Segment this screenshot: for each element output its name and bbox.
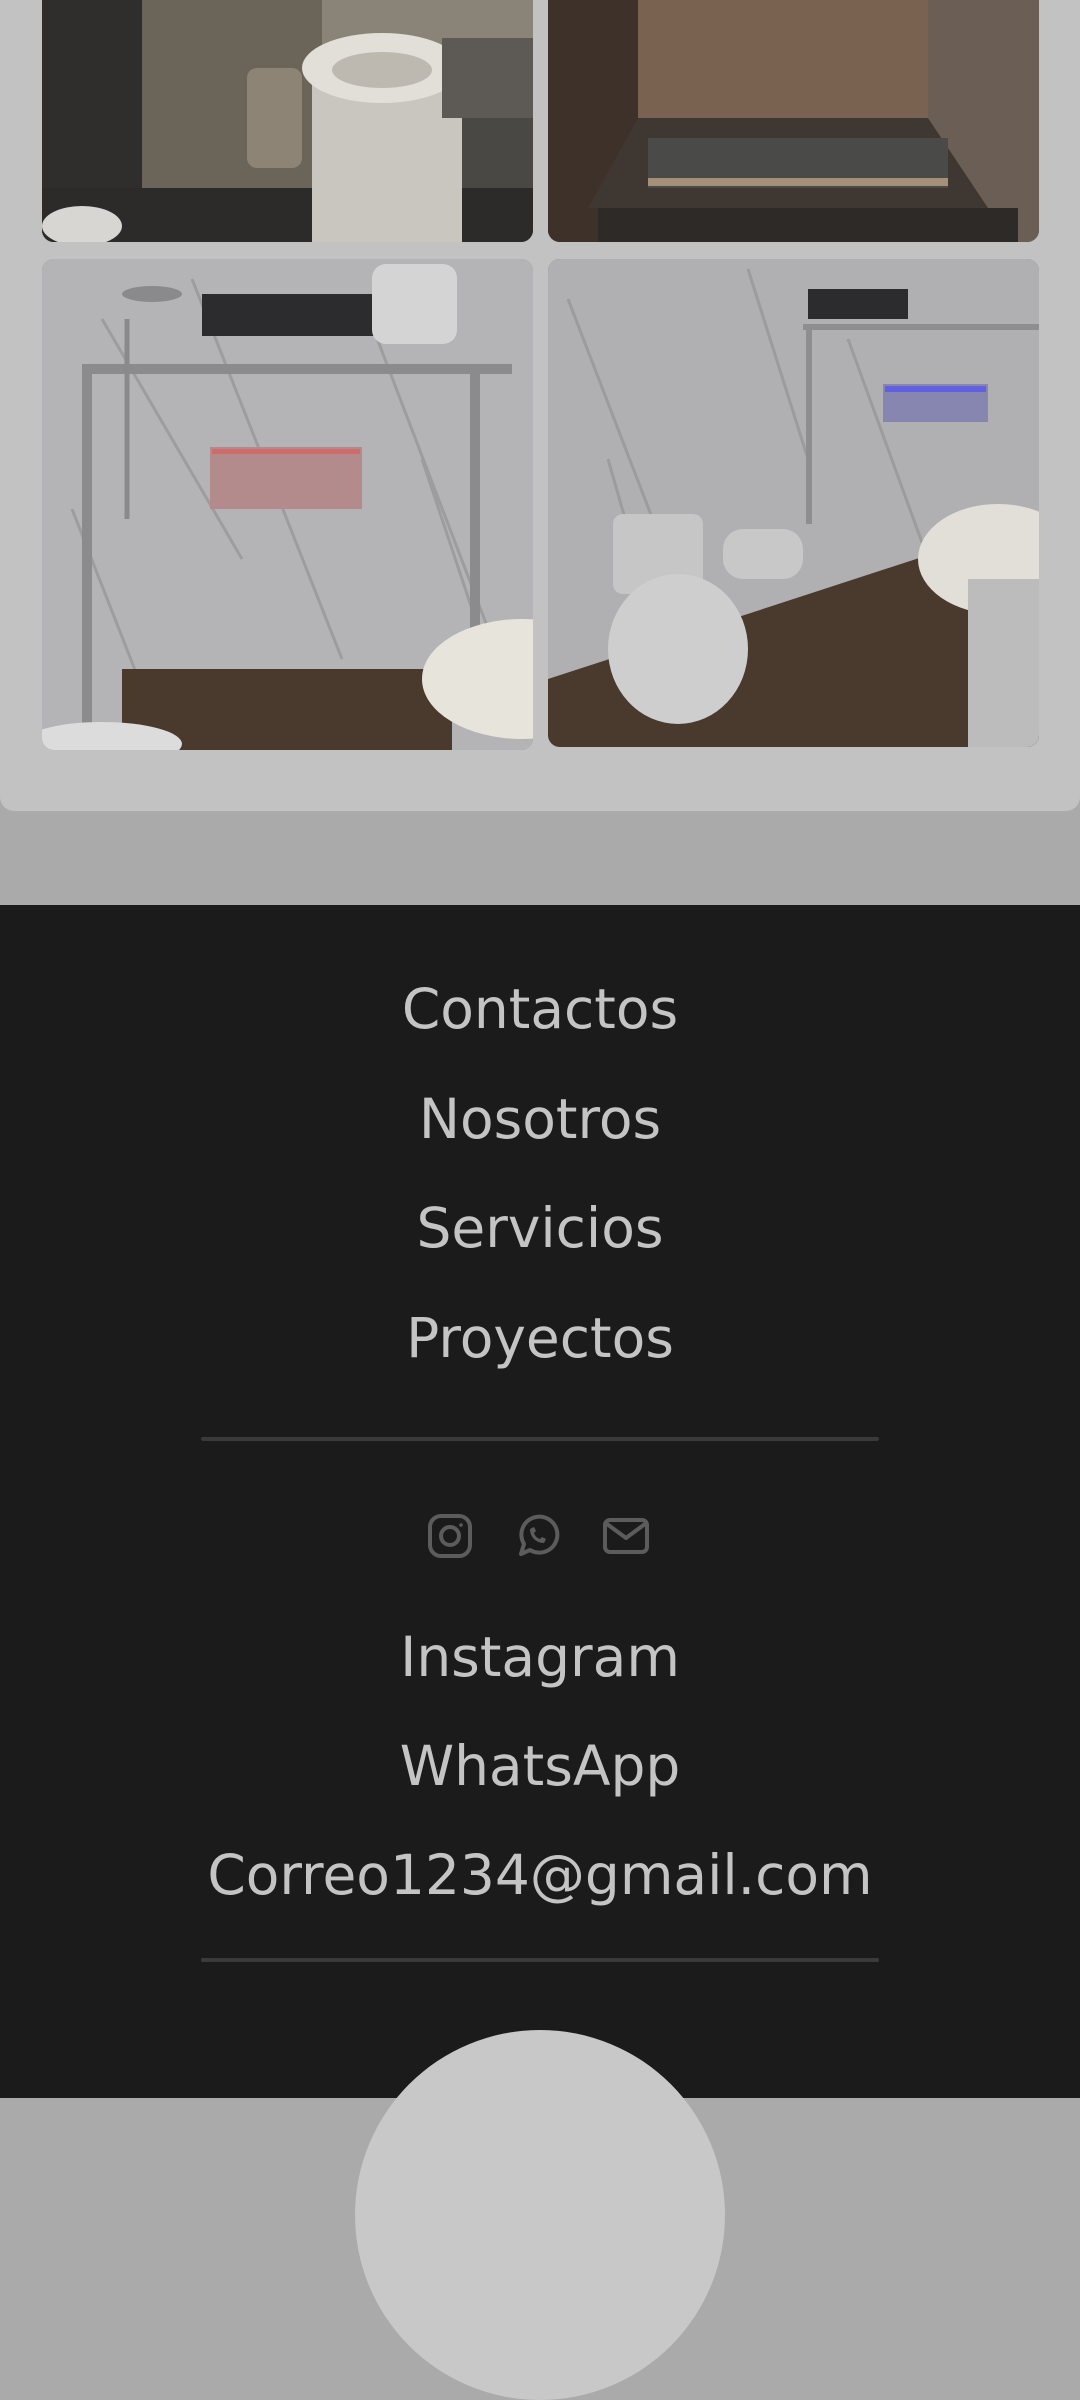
gallery-photo-toilet[interactable] bbox=[548, 259, 1039, 747]
section-spacer bbox=[0, 811, 1080, 905]
footer-divider-bottom bbox=[201, 1958, 879, 1962]
gallery-photo-shower[interactable] bbox=[42, 259, 533, 750]
footer-link-whatsapp[interactable]: WhatsApp bbox=[0, 1731, 1080, 1801]
footer-divider-top bbox=[201, 1437, 879, 1441]
footer-nav-contactos[interactable]: Contactos bbox=[0, 974, 1080, 1044]
instagram-icon[interactable] bbox=[426, 1512, 474, 1560]
footer-nav-nosotros[interactable]: Nosotros bbox=[0, 1084, 1080, 1154]
mail-icon[interactable] bbox=[602, 1512, 650, 1560]
footer-nav-proyectos[interactable]: Proyectos bbox=[0, 1303, 1080, 1373]
gallery-photo-vanity[interactable] bbox=[42, 0, 533, 242]
footer-link-instagram[interactable]: Instagram bbox=[0, 1622, 1080, 1692]
footer-nav-servicios[interactable]: Servicios bbox=[0, 1193, 1080, 1263]
gallery-photo-gutted[interactable] bbox=[548, 0, 1039, 242]
whatsapp-icon[interactable] bbox=[513, 1512, 561, 1560]
footer-logo bbox=[355, 2030, 725, 2400]
project-gallery bbox=[0, 0, 1080, 811]
social-icon-row bbox=[0, 1508, 1080, 1564]
footer-link-email[interactable]: Correo1234@gmail.com bbox=[0, 1840, 1080, 1910]
